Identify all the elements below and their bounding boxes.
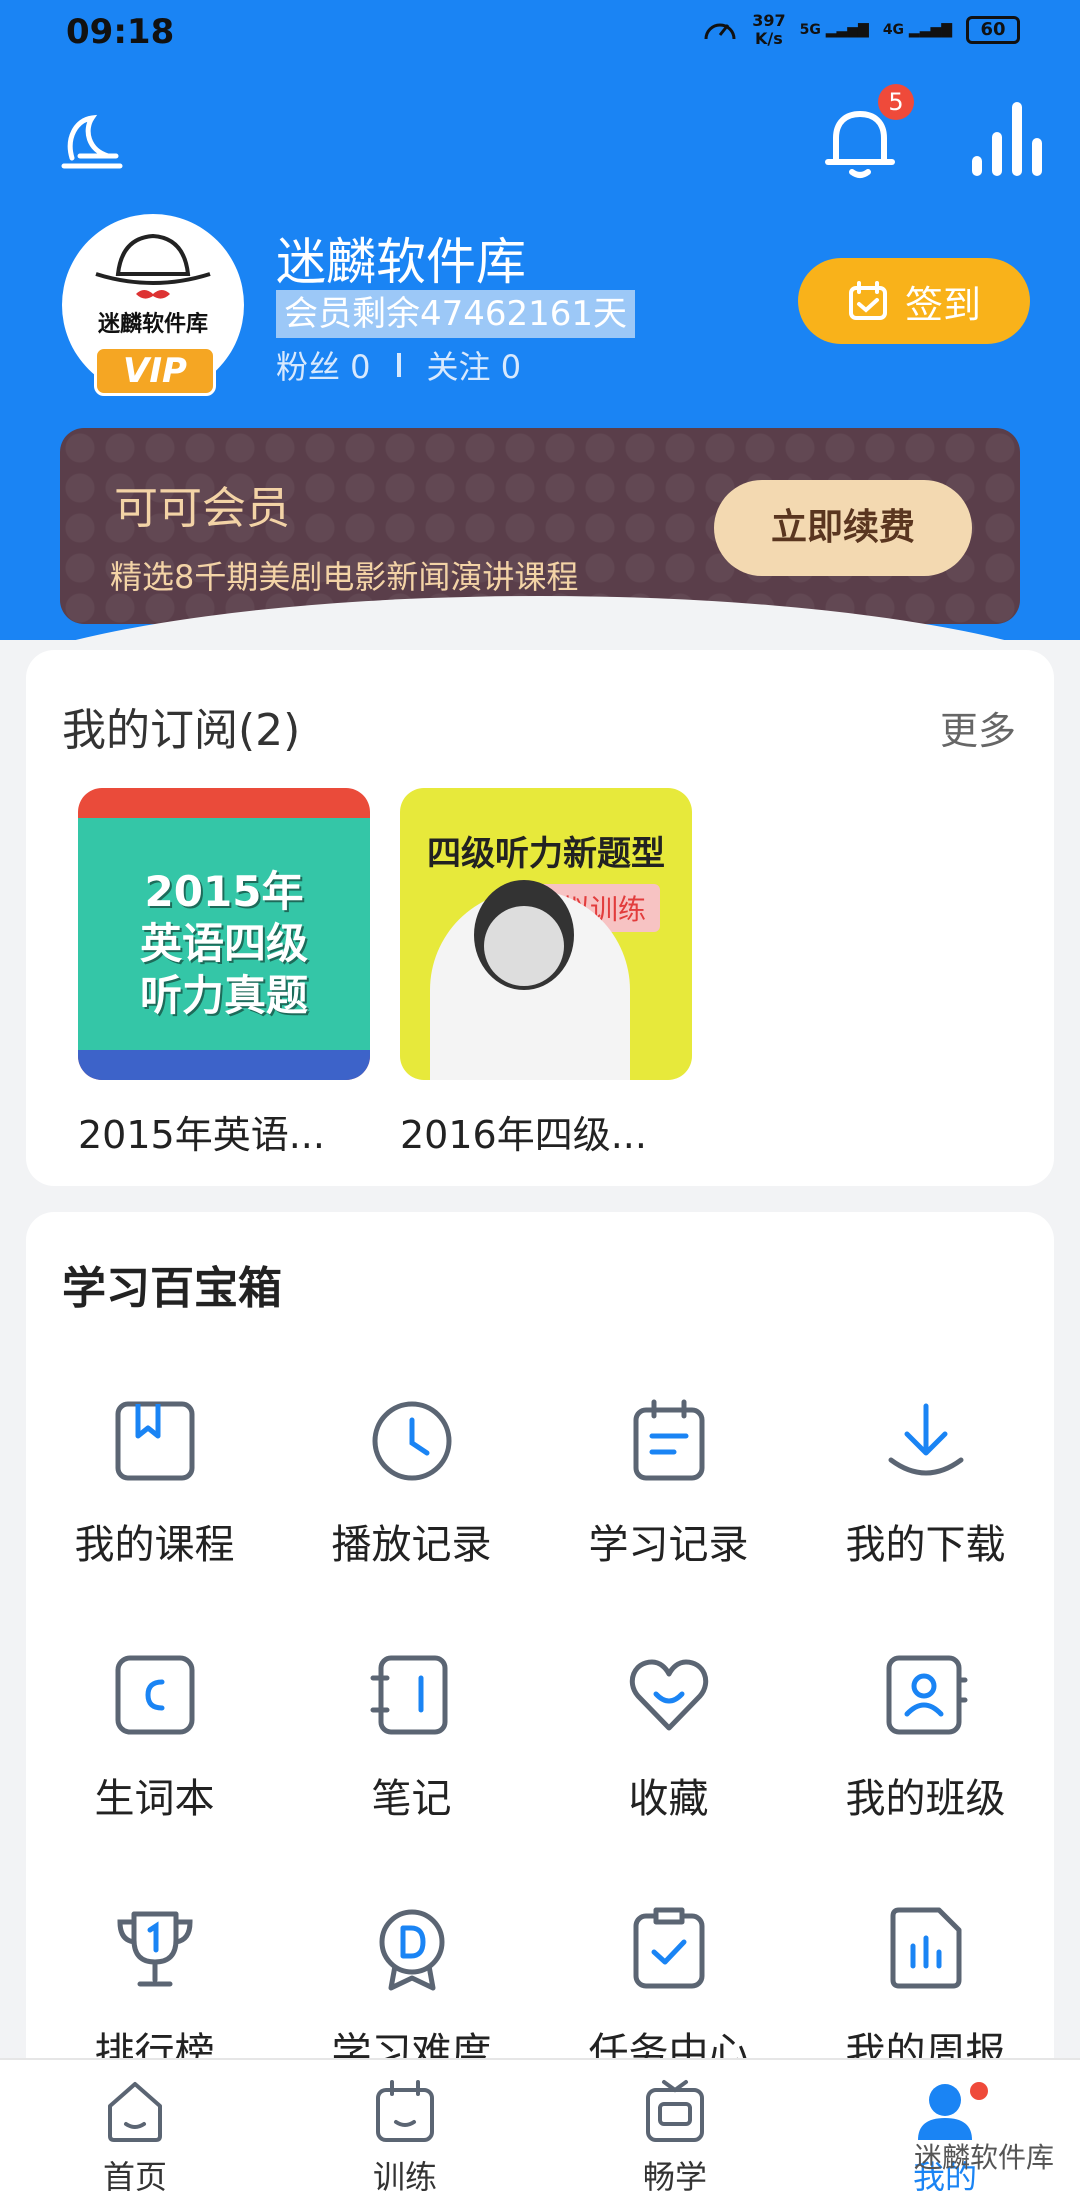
trophy-icon (116, 1911, 193, 1987)
vip-banner-title: 可可会员 (114, 483, 290, 534)
tool-my-class[interactable]: 我的班级 (797, 1652, 1054, 1824)
subscription-item[interactable]: 四级听力新题型 模拟训练 2016年四级... (400, 788, 692, 1159)
nav-training[interactable]: 训练 (270, 2078, 540, 2198)
nav-home[interactable]: 首页 (0, 2078, 270, 2198)
tool-favorites[interactable]: 收藏 (540, 1652, 797, 1824)
profile-icon (918, 2084, 972, 2140)
bottom-navigation: 首页 训练 畅学 我的 迷麟软件库 (0, 2058, 1080, 2204)
tool-study-difficulty[interactable]: 学习难度 (283, 1906, 540, 2078)
status-time: 09:18 (66, 12, 175, 52)
course-cover-title: 四级听力新题型 (427, 834, 665, 874)
course-name: 2015年英语... (78, 1113, 325, 1157)
clock-icon (372, 1401, 451, 1481)
vip-banner-description: 精选8千期美剧电影新闻演讲课程 (110, 558, 579, 596)
course-cover-text: 2015年 英语四级 听力真题 (139, 867, 308, 1020)
vip-membership-banner[interactable]: 可可会员 精选8千期美剧电影新闻演讲课程 立即续费 (60, 428, 1020, 624)
speedometer-icon (704, 23, 736, 40)
profile-header: 09:18 397 K/s 5G ▂▃▅▇ 4G ▂▃▅▇ 60 5 迷麟软件库… (0, 0, 1080, 640)
weekly-report-icon (890, 1907, 961, 1989)
train-icon (376, 2080, 434, 2142)
bookmark-book-icon (115, 1401, 194, 1481)
hat-logo-icon (95, 233, 211, 299)
toolbox-title: 学习百宝箱 (62, 1263, 282, 1314)
tool-vocab-book[interactable]: 生词本 (26, 1652, 283, 1824)
follow-divider (396, 353, 401, 377)
fans-count[interactable]: 粉丝 0 (276, 342, 371, 388)
avatar-logo-text: 迷麟软件库 (97, 312, 208, 337)
username: 迷麟软件库 (276, 233, 526, 291)
membership-remaining: 会员剩余47462161天 (276, 290, 636, 338)
subscriptions-title: 我的订阅(2) (62, 705, 301, 756)
subscriptions-more-link[interactable]: 更多 (940, 700, 1016, 755)
signin-button[interactable]: 签到 (798, 258, 1030, 344)
tool-notes[interactable]: 笔记 (283, 1652, 540, 1824)
nav-notification-dot (970, 2082, 988, 2100)
class-contact-icon (886, 1655, 967, 1735)
course-name: 2016年四级... (400, 1113, 647, 1157)
follow-stats: 粉丝 0 关注 0 (276, 342, 521, 388)
status-icons: 397 K/s 5G ▂▃▅▇ 4G ▂▃▅▇ 60 (702, 12, 1020, 48)
tool-study-records[interactable]: 学习记录 (540, 1398, 797, 1570)
tv-icon (646, 2080, 704, 2142)
difficulty-medal-icon (379, 1909, 444, 1991)
my-profile-page: 09:18 397 K/s 5G ▂▃▅▇ 4G ▂▃▅▇ 60 5 迷麟软件库… (0, 0, 1080, 2204)
heart-icon (629, 1659, 708, 1731)
tool-play-history[interactable]: 播放记录 (283, 1398, 540, 1570)
tool-leaderboard[interactable]: 排行榜 (26, 1906, 283, 2078)
signal-5g: 5G ▂▃▅▇ (799, 22, 869, 38)
watermark: 迷麟软件库 (913, 2141, 1054, 2174)
signin-label: 签到 (904, 282, 981, 327)
study-toolbox-card: 学习百宝箱 我的课程 播放记录 学习记录 我的下载 生词本 笔记 收藏 我的班级… (26, 1212, 1054, 2204)
tool-my-downloads[interactable]: 我的下载 (797, 1398, 1054, 1570)
task-clipboard-icon (633, 1907, 704, 1989)
night-mode-icon[interactable] (58, 108, 128, 178)
subscription-item[interactable]: 2015年 英语四级 听力真题 2015年英语... (78, 788, 370, 1159)
course-cover: 2015年 英语四级 听力真题 (78, 788, 370, 1080)
course-cover: 四级听力新题型 模拟训练 (400, 788, 692, 1080)
home-icon (108, 2082, 162, 2142)
tool-task-center[interactable]: 任务中心 (540, 1906, 797, 2078)
renew-button[interactable]: 立即续费 (714, 480, 972, 576)
nav-learn[interactable]: 畅学 (540, 2078, 810, 2198)
network-speed: 397 K/s (752, 11, 786, 48)
notification-badge: 5 (878, 84, 914, 120)
tool-weekly-report[interactable]: 我的周报 (797, 1906, 1054, 2078)
tool-my-courses[interactable]: 我的课程 (26, 1398, 283, 1570)
following-count[interactable]: 关注 0 (427, 342, 522, 388)
subscriptions-card: 我的订阅(2) 更多 2015年 英语四级 听力真题 2015年英语... 四级… (26, 650, 1054, 1186)
statistics-icon[interactable] (970, 98, 1042, 178)
notebook-icon (370, 1655, 447, 1735)
signal-4g: 4G ▂▃▅▇ (882, 22, 952, 38)
status-bar: 09:18 397 K/s 5G ▂▃▅▇ 4G ▂▃▅▇ 60 (0, 0, 1080, 70)
vocab-book-icon (115, 1655, 194, 1735)
calendar-check-icon (848, 281, 887, 320)
download-icon (888, 1403, 963, 1476)
battery-indicator: 60 (966, 16, 1020, 44)
calendar-note-icon (633, 1399, 704, 1481)
vip-badge: VIP (94, 346, 216, 396)
